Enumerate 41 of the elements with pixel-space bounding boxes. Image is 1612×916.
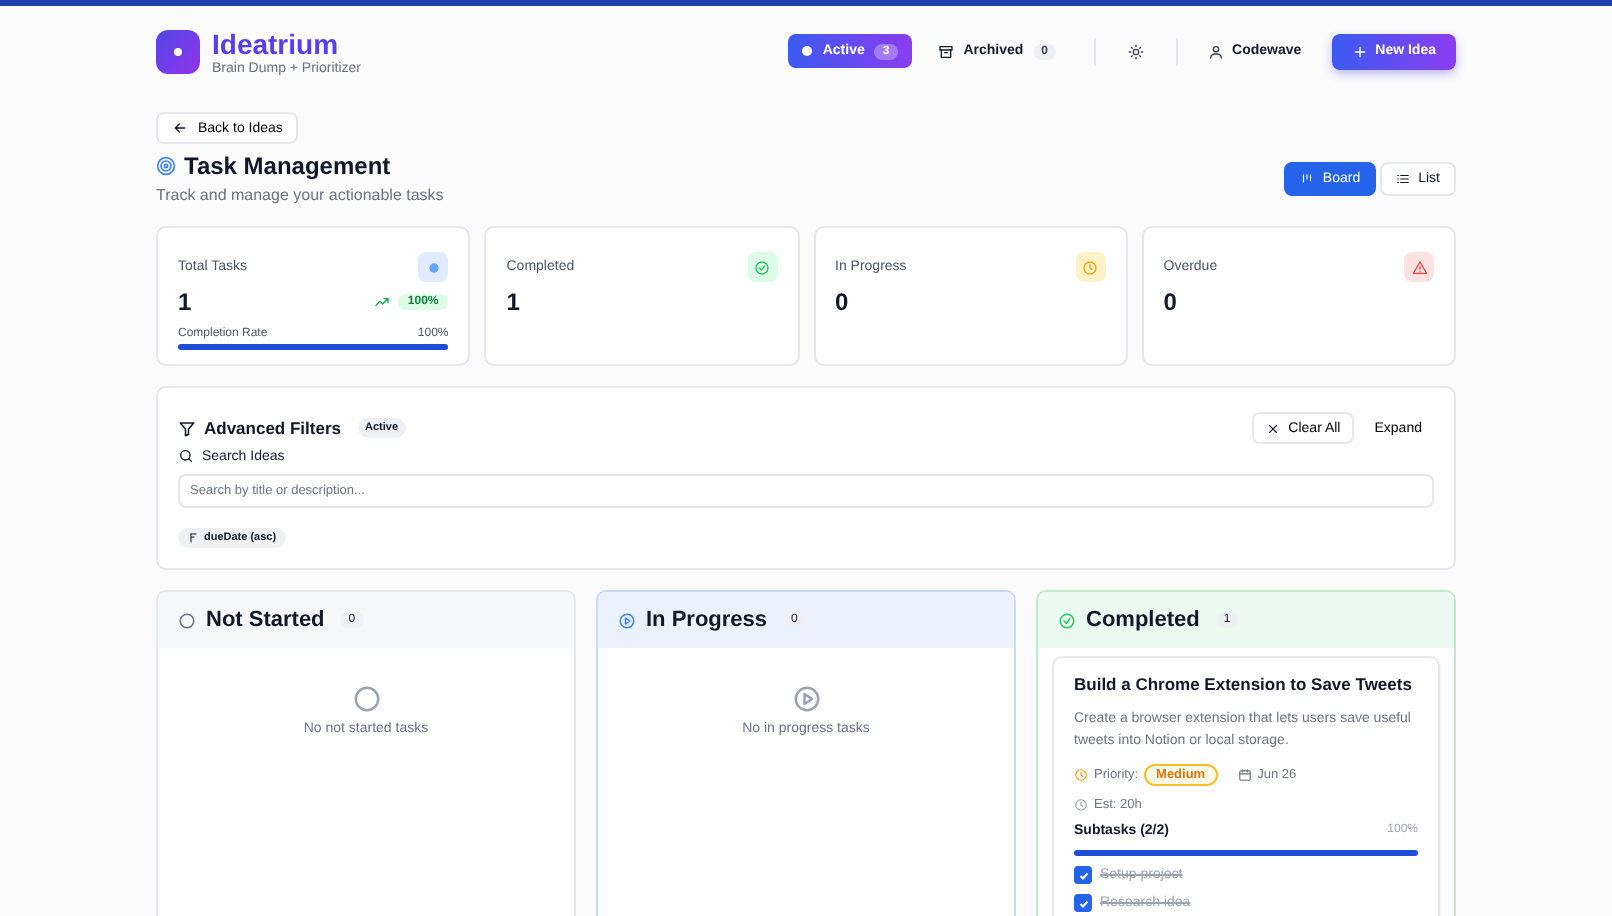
checkbox[interactable] [1074,866,1092,885]
app-logo [156,29,200,73]
circle-icon [178,611,196,629]
search-icon [178,448,194,464]
dot-icon [802,46,813,56]
target-icon [156,156,176,176]
sort-icon [188,532,200,544]
column-title: In Progress [646,608,768,632]
trend-up-icon [373,294,390,310]
task-title: Build a Chrome Extension to Save Tweets [1074,674,1414,694]
user-icon [1208,43,1225,59]
stat-value: 0 [835,288,849,316]
stat-value: 1 [506,288,520,316]
filter-icon [178,419,196,437]
clock-icon [1074,798,1088,813]
plus-icon [1351,43,1368,59]
play-circle-icon [791,684,821,714]
page-subtitle: Track and manage your actionable tasks [156,186,444,204]
board-icon [1300,172,1315,186]
clock-icon [1082,259,1099,275]
column-title: Completed [1086,608,1200,632]
list-icon [1396,172,1411,186]
app-name: Ideatrium [212,27,341,59]
column-title: Not Started [206,608,325,632]
arrow-left-icon [172,120,188,136]
stat-value: 0 [1163,288,1177,316]
filter-title: Advanced Filters [204,418,341,438]
check-circle-icon [754,259,770,275]
task-card[interactable] [1052,656,1440,916]
calendar-icon [1237,768,1252,783]
priority-icon [1074,768,1088,783]
circle-icon [425,259,442,275]
close-icon [1266,421,1281,435]
checkbox[interactable] [1074,894,1092,913]
archive-icon [937,43,954,59]
circle-icon [351,684,381,714]
stat-value: 1 [178,288,192,316]
warning-icon [1411,259,1427,275]
page-title: Task Management [184,152,391,180]
check-circle-icon [1058,611,1076,629]
play-circle-icon [618,611,636,629]
